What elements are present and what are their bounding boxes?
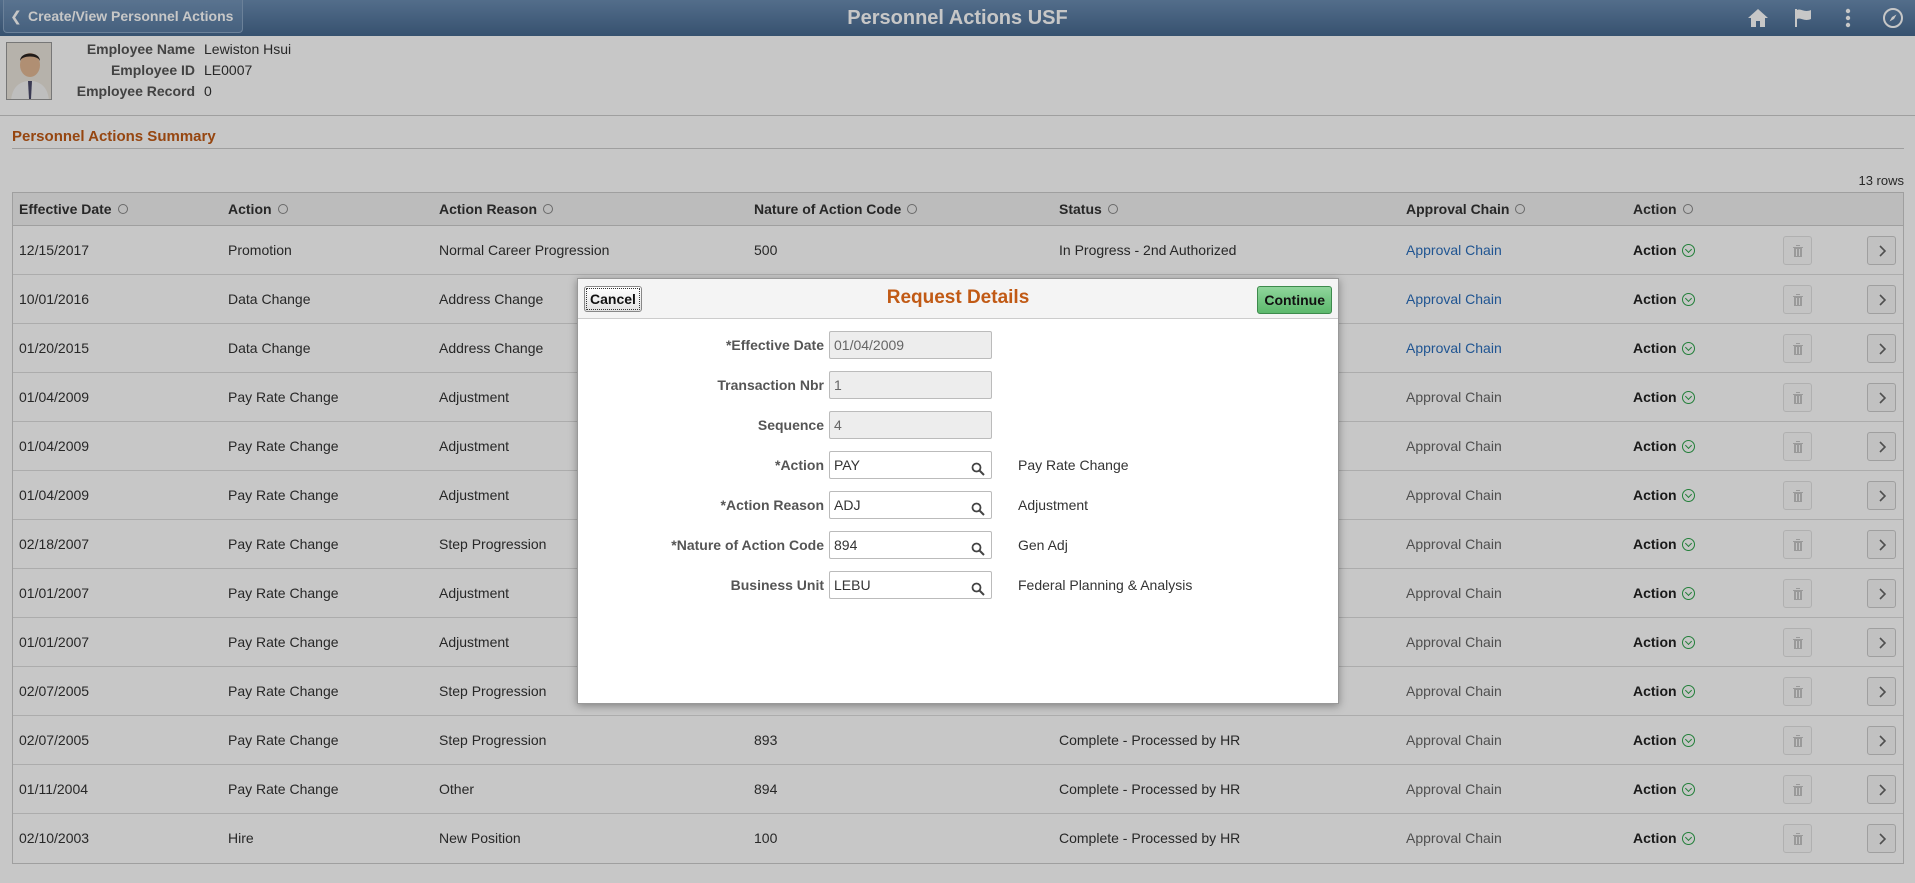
dialog-header: Cancel Request Details Continue [578,279,1338,319]
nature-of-action-code-description: Gen Adj [1018,537,1068,553]
nature-of-action-code-field-row: *Nature of Action Code 894 Gen Adj [578,531,1340,559]
effective-date-input: 01/04/2009 [829,331,992,359]
action-reason-value: ADJ [834,497,861,513]
action-reason-label: *Action Reason [720,497,824,513]
transaction-nbr-input: 1 [829,371,992,399]
transaction-nbr-label: Transaction Nbr [717,377,824,393]
business-unit-value: LEBU [834,577,871,593]
business-unit-description: Federal Planning & Analysis [1018,577,1193,593]
transaction-nbr-value: 1 [834,377,842,393]
sequence-input: 4 [829,411,992,439]
transaction-nbr-field-row: Transaction Nbr 1 [578,371,1340,399]
business-unit-input[interactable]: LEBU [829,571,992,599]
sequence-label: Sequence [757,417,824,433]
action-field-row: *Action PAY Pay Rate Change [578,451,1340,479]
action-description: Pay Rate Change [1018,457,1129,473]
search-icon[interactable] [971,498,985,524]
action-input[interactable]: PAY [829,451,992,479]
business-unit-field-row: Business Unit LEBU Federal Planning & Anal… [578,571,1340,599]
business-unit-label: Business Unit [730,577,824,593]
action-reason-input[interactable]: ADJ [829,491,992,519]
search-icon[interactable] [971,458,985,484]
action-value: PAY [834,457,860,473]
dialog-title: Request Details [886,287,1030,308]
nature-of-action-code-value: 894 [834,537,858,553]
nature-of-action-code-label: *Nature of Action Code [671,537,824,553]
action-reason-description: Adjustment [1018,497,1089,513]
search-icon[interactable] [971,578,985,604]
action-reason-field-row: *Action Reason ADJ Adjustment [578,491,1340,519]
nature-of-action-code-input[interactable]: 894 [829,531,992,559]
search-icon[interactable] [971,538,985,564]
sequence-field-row: Sequence 4 [578,411,1340,439]
continue-button[interactable]: Continue [1257,286,1332,314]
effective-date-label: *Effective Date [725,337,824,353]
action-label: *Action [775,457,824,473]
request-details-dialog: Cancel Request Details Continue *Effecti… [577,278,1339,704]
effective-date-value: 01/04/2009 [834,337,905,353]
sequence-value: 4 [834,417,842,433]
effective-date-field-row: *Effective Date 01/04/2009 [578,331,1340,359]
